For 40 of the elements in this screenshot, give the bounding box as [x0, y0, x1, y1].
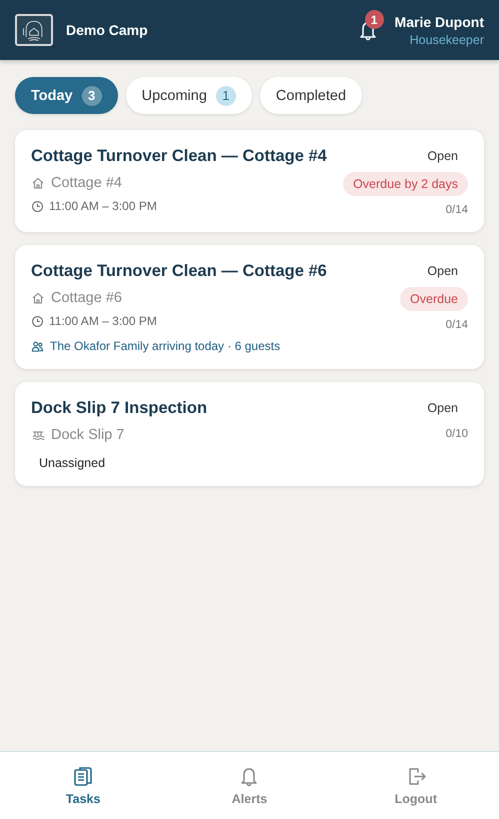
overdue-badge: Overdue by 2 days: [343, 172, 468, 196]
guest-note: The Okafor Family arriving today · 6 guests: [50, 339, 280, 353]
nav-tab[interactable]: Alerts: [166, 752, 333, 819]
house-icon: [31, 291, 45, 305]
task-title: Cottage Turnover Clean — Cottage #4: [31, 147, 327, 166]
progress-count: 0/10: [446, 428, 468, 440]
status-label: Open: [427, 401, 458, 415]
assignee-label: Unassigned: [39, 456, 106, 470]
clock-icon: [31, 200, 44, 212]
status-label: Open: [427, 149, 458, 163]
count-badge: 1: [216, 86, 236, 106]
user-role: Housekeeper: [410, 32, 484, 46]
time-range: 11:00 AM – 3:00 PM: [49, 314, 157, 328]
clock-icon: [31, 314, 44, 328]
user-name: Marie Dupont: [394, 14, 484, 30]
task-card[interactable]: Cottage Turnover Clean — Cottage #4 Cottage #4 11:00 AM – 3:00 PM Open Overdue by 2 days 0/14: [15, 130, 484, 232]
camp-name: Demo Camp: [66, 22, 149, 38]
progress-count: 0/14: [446, 204, 468, 216]
task-title: Cottage Turnover Clean — Cottage #6: [31, 262, 327, 281]
house-icon: [31, 176, 45, 190]
filter-tab[interactable]: Completed: [260, 77, 362, 114]
progress-count: 0/14: [446, 319, 468, 331]
count-badge: 3: [82, 86, 102, 106]
task-card[interactable]: Dock Slip 7 Inspection Dock Slip 7 Unassigned Open 0/10: [15, 382, 484, 486]
location-label: Cottage #6: [51, 290, 122, 306]
clipboard-icon: [72, 765, 94, 787]
task-card[interactable]: Cottage Turnover Clean — Cottage #6 Cottage #6 11:00 AM – 3:00 PM The Okafor Family arriving today · 6 guests Open Overdue 0/14: [15, 245, 484, 369]
notification-badge: 1: [364, 10, 384, 29]
overdue-badge: Overdue: [400, 287, 468, 311]
nav-tab[interactable]: Tasks: [0, 752, 166, 819]
camp-logo: [15, 14, 53, 46]
status-label: Open: [427, 264, 458, 278]
filter-tab[interactable]: Today 3: [15, 77, 118, 114]
location-label: Cottage #4: [51, 175, 122, 191]
nav-tab[interactable]: Logout: [332, 752, 499, 819]
location-label: Dock Slip 7: [51, 427, 124, 443]
task-title: Dock Slip 7 Inspection: [31, 399, 208, 418]
people-icon: [31, 340, 44, 352]
filter-tab[interactable]: Upcoming 1: [126, 77, 252, 114]
time-range: 11:00 AM – 3:00 PM: [49, 199, 157, 213]
